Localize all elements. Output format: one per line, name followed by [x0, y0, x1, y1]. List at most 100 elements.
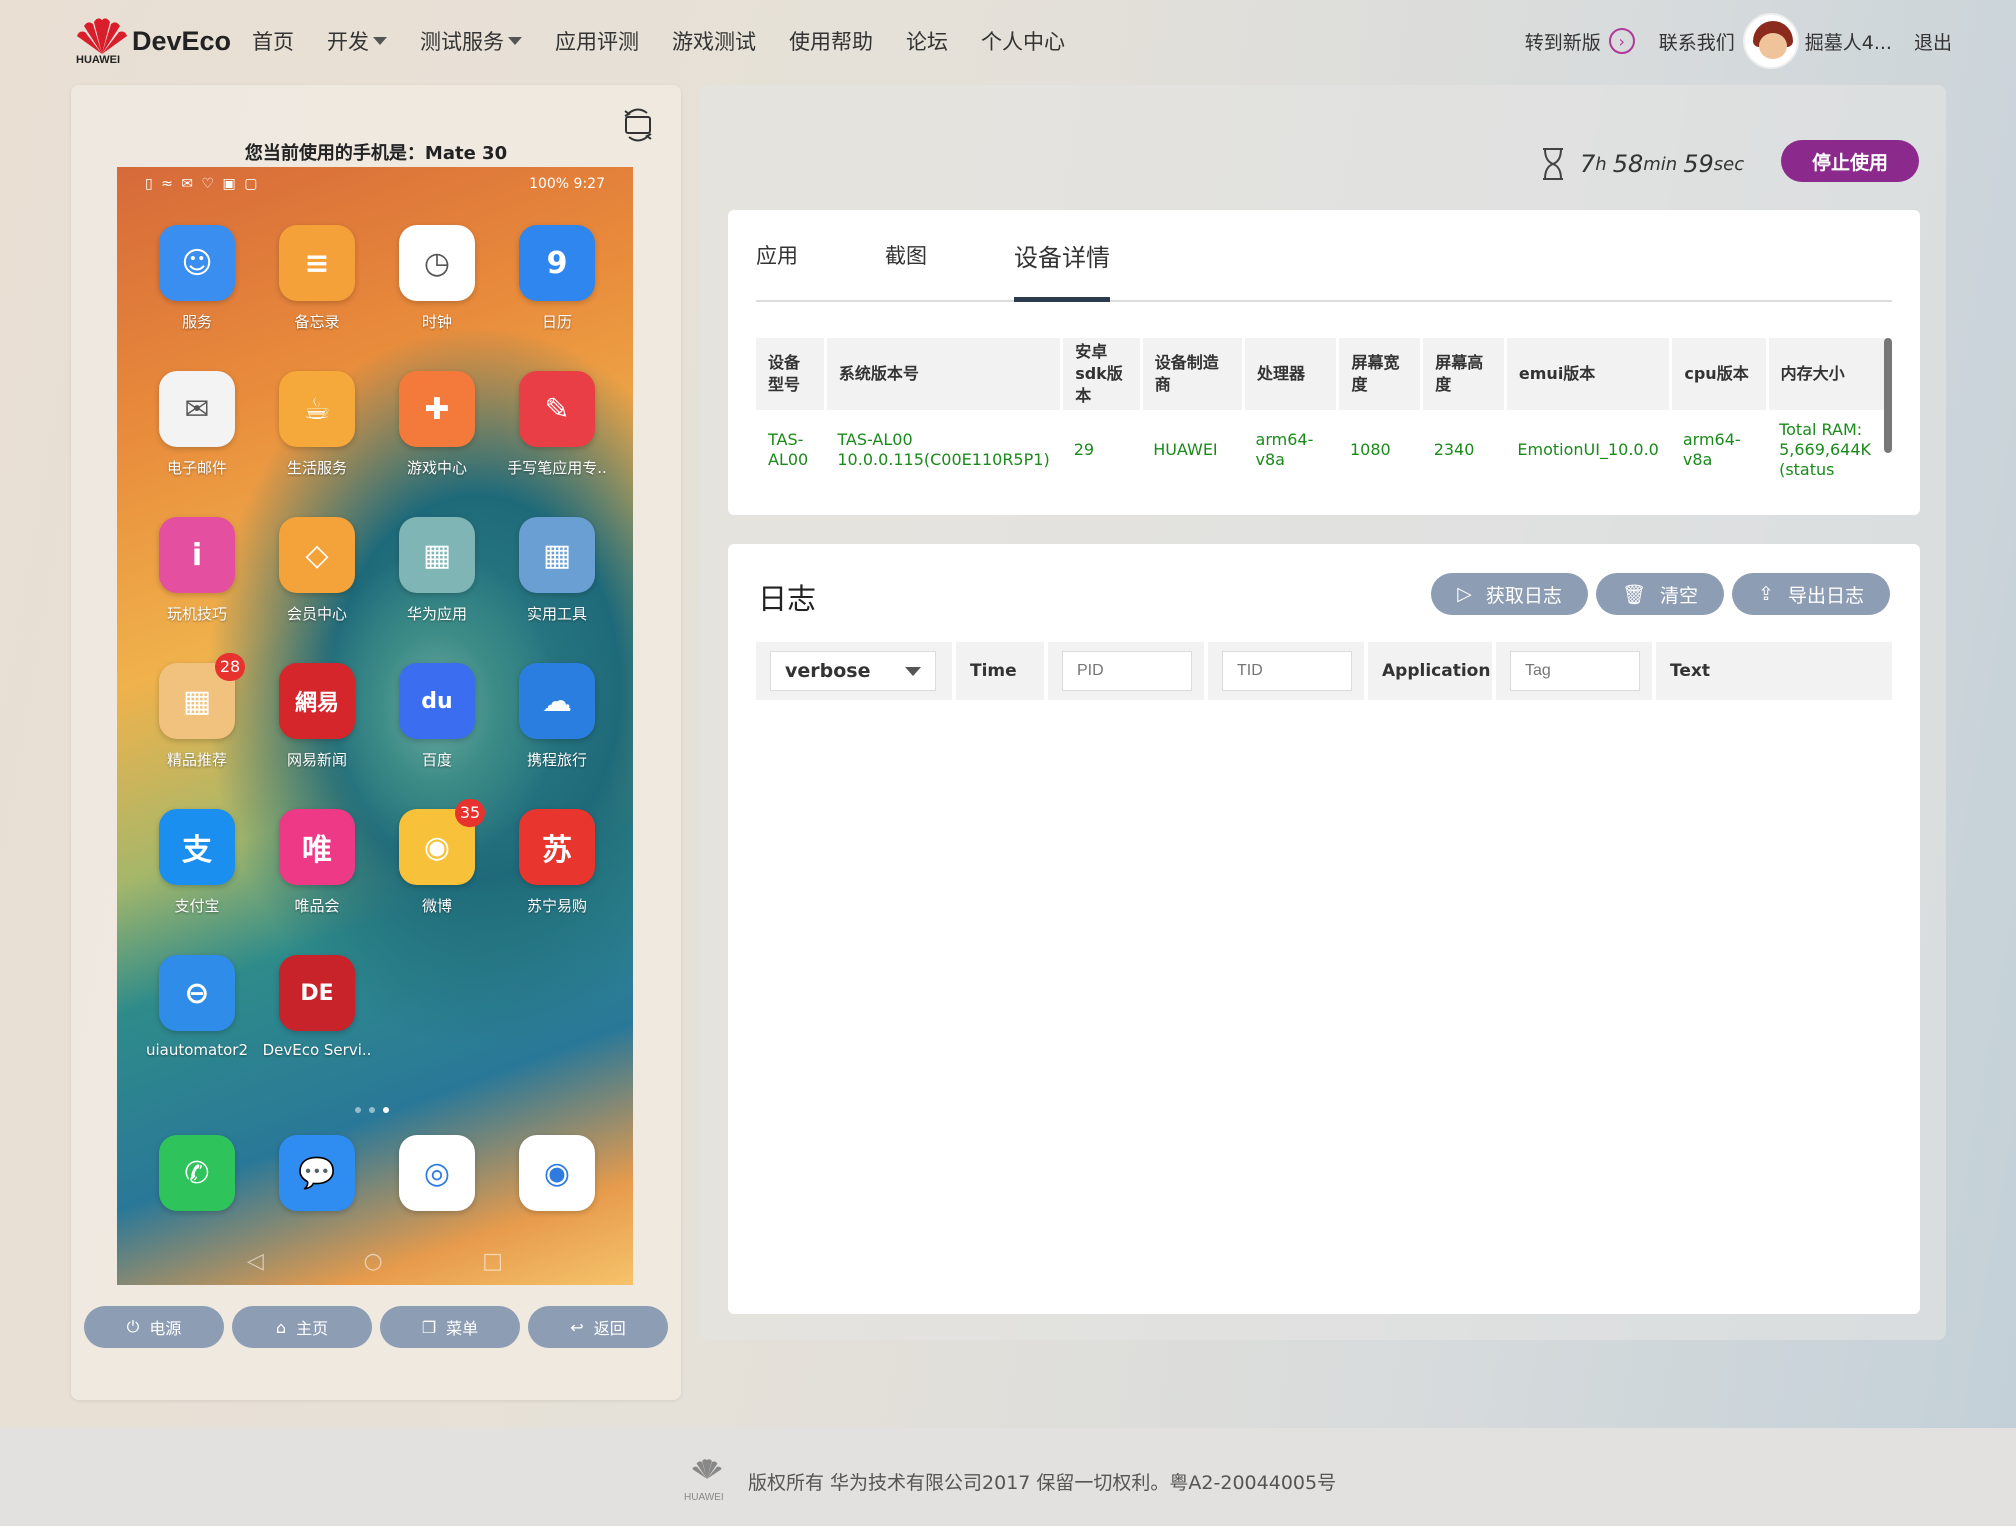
main-panel: 7 h 58 min 59 sec 停止使用 应用 截图 设备详情 设备型号 系…: [700, 85, 1946, 1340]
app-label: 华为应用: [406, 605, 467, 623]
app-glyph: ◉: [423, 829, 451, 865]
contact-link[interactable]: 联系我们: [1659, 28, 1735, 55]
app-icon-tile[interactable]: ✉ 电子邮件: [137, 371, 257, 478]
app-icon-tile[interactable]: ▦ 28 精品推荐: [137, 653, 257, 770]
pid-filter-input[interactable]: [1062, 651, 1192, 691]
stop-using-button[interactable]: 停止使用: [1781, 140, 1919, 182]
app-icon-tile[interactable]: i 玩机技巧: [137, 517, 257, 624]
nav-home-icon[interactable]: ○: [363, 1249, 382, 1274]
app-icon-tile[interactable]: ▦ 华为应用: [377, 517, 497, 624]
back-icon: ↩: [570, 1317, 584, 1337]
app-icon: ☕: [279, 371, 355, 447]
nav-back-icon[interactable]: ◁: [247, 1249, 264, 1274]
dock-browser-app[interactable]: ◎: [377, 1135, 497, 1211]
app-icon: 支: [159, 809, 235, 885]
app-icon-tile[interactable]: 苏苏宁易购: [497, 809, 617, 916]
app-icon-tile[interactable]: ◇ 会员中心: [257, 517, 377, 624]
tag-filter-input[interactable]: [1510, 651, 1640, 691]
nav-item[interactable]: 应用评测: [555, 24, 639, 58]
switch-new-link[interactable]: 转到新版: [1525, 28, 1601, 55]
app-label: 微博: [421, 897, 452, 915]
nav-item[interactable]: 论坛: [906, 24, 948, 58]
app-icon: ▦: [399, 517, 475, 593]
app-label: 精品推荐: [166, 751, 227, 769]
app-icon: ☺: [159, 225, 235, 301]
tab-apps[interactable]: 应用: [756, 240, 798, 302]
app-icon-tile[interactable]: ☁ 携程旅行: [497, 663, 617, 770]
app-icon-tile[interactable]: 9 日历: [497, 225, 617, 332]
brand-name: DevEco: [132, 26, 232, 56]
table-scrollbar[interactable]: [1884, 338, 1892, 453]
fetch-log-button[interactable]: ▷ 获取日志: [1431, 573, 1588, 615]
nav-item[interactable]: 测试服务: [420, 24, 522, 58]
tid-filter-input[interactable]: [1222, 651, 1352, 691]
export-icon: ⇪: [1758, 583, 1774, 605]
clear-log-label: 清空: [1660, 584, 1699, 607]
app-glyph: ▦: [182, 683, 212, 719]
nav-item[interactable]: 个人中心: [981, 24, 1065, 58]
table-header-row: 设备型号 系统版本号 安卓sdk版本 设备制造商 处理器 屏幕宽度 屏幕高度 e…: [756, 338, 1891, 410]
app-icon-tile[interactable]: ≡ 备忘录: [257, 225, 377, 332]
nav-item[interactable]: 首页: [252, 24, 294, 58]
dock-phone-app[interactable]: ✆: [137, 1135, 257, 1211]
app-icon-tile[interactable]: 唯唯品会: [257, 809, 377, 916]
chevron-right-icon[interactable]: ›: [1608, 28, 1635, 54]
clear-log-button[interactable]: 🗑 清空: [1595, 573, 1725, 615]
app-icon: ⊖: [159, 955, 235, 1031]
nav-item-label: 首页: [252, 30, 294, 54]
app-glyph: ☕: [303, 391, 331, 427]
footer: HUAWEI 版权所有 华为技术有限公司2017 保留一切权利。粤A2-2004…: [0, 1428, 2016, 1526]
power-button[interactable]: ⏻ 电源: [84, 1306, 224, 1348]
device-screen[interactable]: ▯ ≈ ✉ ♡ ▣ ▢ 100% 9:27 ☺ 服务 ≡ 备忘录 ◷ 时钟 9 日历 ✉ 电子邮件…: [117, 167, 633, 1285]
username[interactable]: 掘墓人4...: [1805, 28, 1892, 55]
export-log-button[interactable]: ⇪ 导出日志: [1732, 573, 1890, 615]
col-model: 设备型号: [756, 338, 827, 410]
app-icon: ☁: [519, 663, 595, 739]
app-icon-tile[interactable]: 支支付宝: [137, 809, 257, 916]
nav-recent-icon[interactable]: □: [482, 1249, 503, 1274]
tab-device-details[interactable]: 设备详情: [1014, 238, 1110, 302]
app-icon-tile[interactable]: ✚ 游戏中心: [377, 371, 497, 478]
nav-item[interactable]: 游戏测试: [672, 24, 756, 58]
app-label: 实用工具: [526, 605, 587, 623]
nav-item-label: 测试服务: [420, 30, 504, 54]
header-actions: 转到新版 › 联系我们 掘墓人4... 退出: [1525, 12, 1952, 70]
avatar[interactable]: [1742, 13, 1799, 69]
app-icon-tile[interactable]: DE DevEco Servi..: [257, 955, 377, 1059]
app-icon-tile[interactable]: ⊖ uiautomator2: [137, 955, 257, 1059]
app-glyph: ▦: [542, 537, 572, 573]
app-icon-tile[interactable]: ▦ 实用工具: [497, 517, 617, 624]
app-icon-tile[interactable]: ◷ 时钟: [377, 225, 497, 332]
menu-button[interactable]: ❐ 菜单: [380, 1306, 520, 1348]
power-label: 电源: [149, 1319, 182, 1338]
app-label: 苏宁易购: [526, 897, 587, 915]
app-label: 会员中心: [286, 605, 347, 623]
app-icon-tile[interactable]: ☺ 服务: [137, 225, 257, 332]
export-log-label: 导出日志: [1787, 584, 1864, 607]
app-icon-tile[interactable]: 網易 网易新闻: [257, 663, 377, 770]
chevron-down-icon: [905, 666, 921, 676]
app-icon-tile[interactable]: ☕ 生活服务: [257, 371, 377, 478]
nav-item[interactable]: 使用帮助: [789, 24, 873, 58]
dock-camera-app[interactable]: ◉: [497, 1135, 617, 1211]
app-icon: 苏: [519, 809, 595, 885]
app-glyph: ≡: [304, 245, 330, 281]
app-icon-tile[interactable]: du 百度: [377, 663, 497, 770]
cell-screen-height: 2340: [1433, 440, 1475, 459]
home-button[interactable]: ⌂ 主页: [232, 1306, 372, 1348]
tab-screenshots[interactable]: 截图: [885, 240, 927, 302]
timer-hours-unit: h: [1595, 153, 1607, 175]
app-icon-tile[interactable]: ✎ 手写笔应用专..: [497, 371, 617, 478]
app-icon: ✚: [399, 371, 475, 447]
tid-cell: [1208, 642, 1364, 700]
nav-item[interactable]: 开发: [327, 24, 387, 58]
back-button[interactable]: ↩ 返回: [528, 1306, 668, 1348]
deveco-logo[interactable]: DevEco HUAWEI: [74, 14, 231, 70]
app-glyph: i: [191, 537, 203, 573]
app-glyph: ✚: [424, 391, 450, 427]
app-icon-tile[interactable]: ◉ 35 微博: [377, 799, 497, 916]
log-level-select[interactable]: verbose: [770, 651, 936, 691]
app-label: uiautomator2: [145, 1041, 248, 1059]
dock-messages-app[interactable]: 💬: [257, 1135, 377, 1211]
logout-link[interactable]: 退出: [1914, 28, 1952, 55]
